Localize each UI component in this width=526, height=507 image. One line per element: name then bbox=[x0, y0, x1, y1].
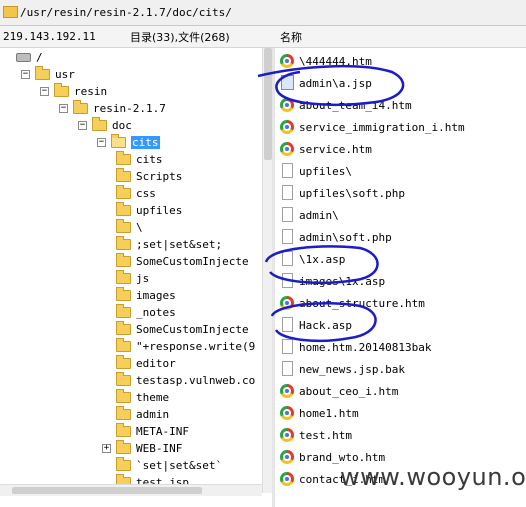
annotation-ellipse bbox=[257, 64, 405, 106]
watermark: www.wooyun.org bbox=[340, 463, 526, 491]
annotation-ellipse bbox=[264, 245, 379, 285]
annotation-ellipse bbox=[270, 301, 377, 343]
annotation-overlay bbox=[257, 64, 405, 343]
